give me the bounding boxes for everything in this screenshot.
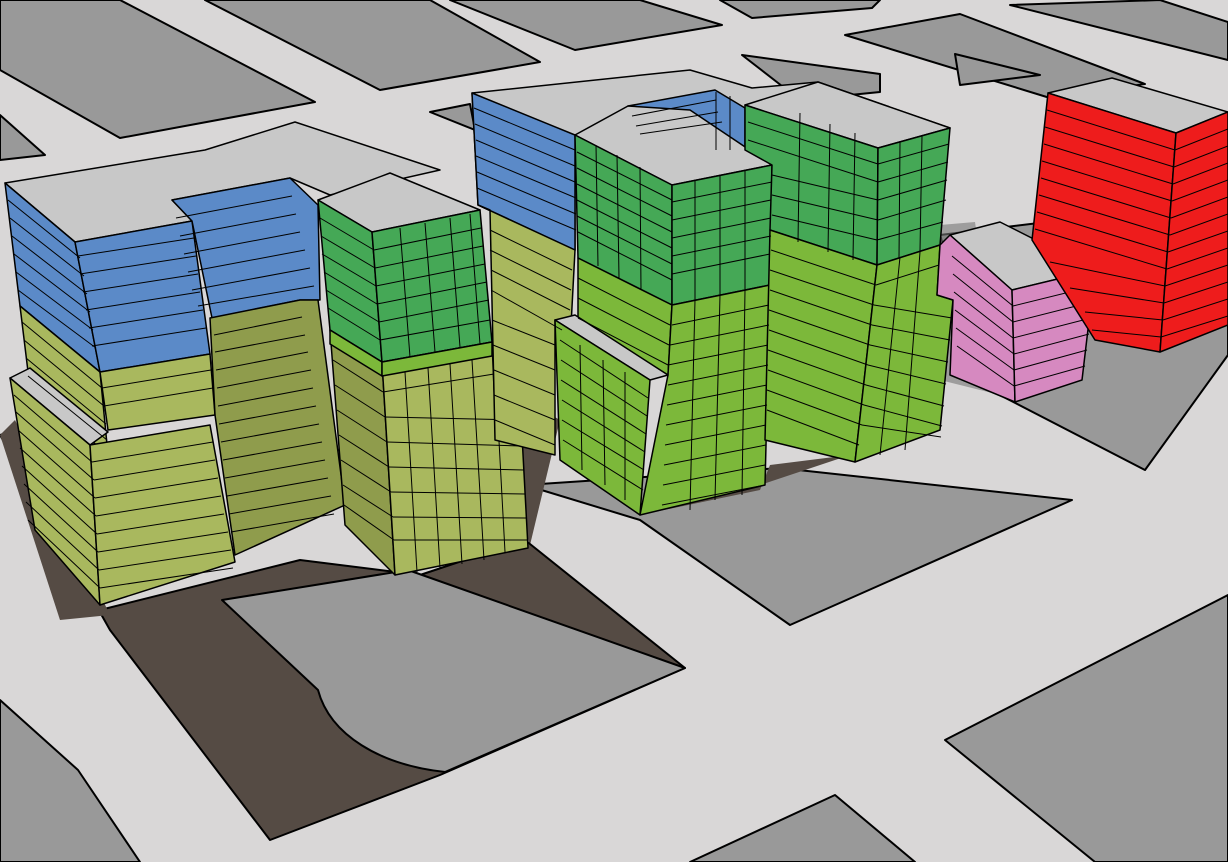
commercial-facade (74, 220, 211, 373)
massing-scene (0, 0, 1228, 862)
residential-facade (876, 127, 951, 266)
residential-facade (371, 209, 493, 363)
